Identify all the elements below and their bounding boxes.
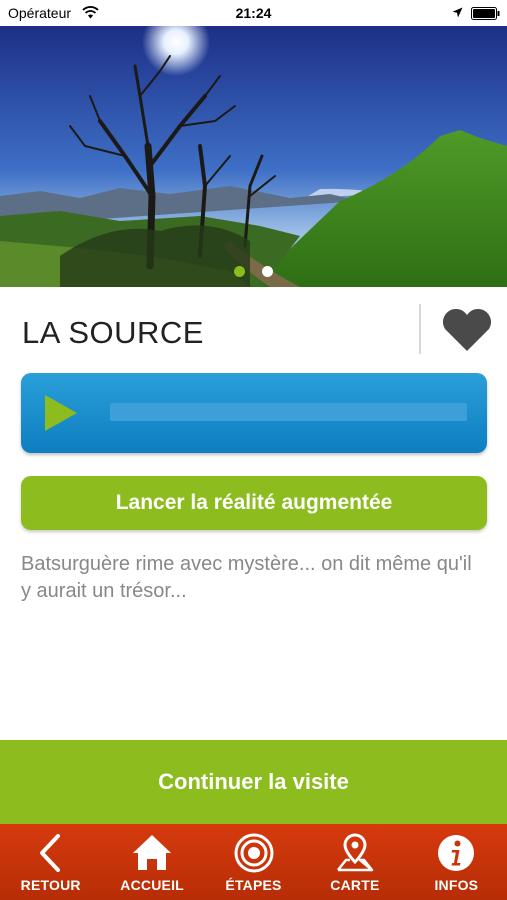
tab-infos[interactable]: INFOS	[406, 824, 507, 900]
tab-label: CARTE	[330, 877, 380, 893]
clock: 21:24	[235, 5, 272, 21]
audio-progress-bar[interactable]	[110, 403, 467, 421]
play-icon[interactable]	[41, 393, 81, 433]
pager-dot-active[interactable]	[234, 266, 246, 277]
divider	[419, 304, 421, 354]
tab-label: INFOS	[434, 877, 479, 893]
back-chevron-icon	[39, 834, 60, 872]
location-arrow-icon	[452, 7, 463, 18]
tab-accueil[interactable]: ACCUEIL	[101, 824, 202, 900]
tab-label: RETOUR	[20, 877, 81, 893]
page-title: LA SOURCE	[22, 315, 204, 350]
tab-label: ÉTAPES	[225, 877, 282, 893]
continue-visit-button[interactable]: Continuer la visite	[0, 740, 507, 824]
info-icon	[438, 835, 475, 871]
image-pager[interactable]	[0, 264, 507, 282]
target-icon	[234, 833, 274, 873]
pager-dot[interactable]	[261, 266, 273, 277]
tab-label: ACCUEIL	[120, 877, 184, 893]
tab-etapes[interactable]: ÉTAPES	[203, 824, 304, 900]
tab-carte[interactable]: CARTE	[304, 824, 405, 900]
home-icon	[133, 835, 172, 870]
augmented-reality-button[interactable]: Lancer la réalité augmentée	[21, 476, 487, 530]
tab-retour[interactable]: RETOUR	[0, 824, 101, 900]
description-text: Batsurguère rime avec mystère... on dit …	[21, 553, 472, 602]
audio-player	[21, 373, 487, 453]
heart-icon[interactable]	[440, 307, 494, 353]
status-bar: Opérateur 21:24	[0, 0, 507, 26]
battery-icon	[471, 7, 500, 20]
tab-bar: RETOUR ACCUEIL ÉTAPES CARTE INFOS	[0, 824, 507, 900]
title-row: LA SOURCE	[0, 287, 507, 373]
map-pin-icon	[336, 833, 374, 872]
hero-image[interactable]	[0, 26, 507, 287]
